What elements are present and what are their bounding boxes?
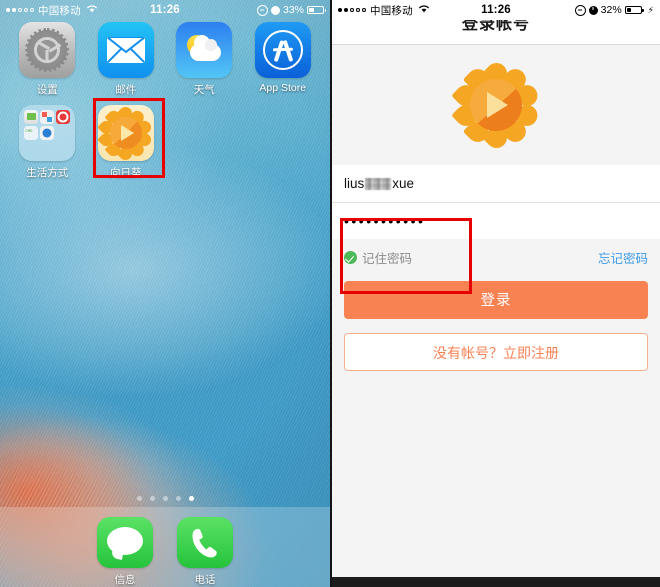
app-sunflower[interactable]: 向日葵 (87, 105, 166, 180)
options-row: 记住密码 忘记密码 (332, 239, 660, 275)
lightning-bolt-icon: ⚡ (647, 4, 654, 15)
dock-app-messages[interactable]: 信息 (97, 517, 153, 587)
wifi-icon (418, 4, 430, 16)
register-button[interactable]: 没有帐号？立即注册 (344, 333, 648, 371)
messages-bubble-icon[interactable] (97, 517, 153, 568)
wifi-icon (86, 4, 98, 16)
signal-strength-icon (338, 8, 366, 12)
sunflower-logo (450, 58, 542, 152)
login-button[interactable]: 登录 (344, 281, 648, 319)
alarm-icon (574, 4, 586, 16)
remember-password-toggle[interactable]: 记住密码 (344, 248, 412, 267)
username-suffix: xue (392, 176, 415, 191)
carrier-label: 中国移动 (38, 4, 81, 17)
forgot-password-link[interactable]: 忘记密码 (598, 248, 648, 267)
login-content: lius xue ••••••••••• 记住密码 忘记密码 登录 没有帐号？立即… (332, 45, 660, 511)
app-store-icon[interactable] (254, 22, 311, 78)
right-status-bar: 中国移动 11:26 32% ⚡ (332, 0, 660, 20)
username-prefix: lius (344, 176, 365, 191)
alarm-icon (256, 4, 268, 16)
battery-icon (624, 6, 644, 14)
app-label: 邮件 (115, 84, 137, 96)
left-phone-home-screen: 中国移动 11:26 33% 设置 邮件 天气 App Store CMD 生活… (0, 0, 330, 587)
credentials-group: lius xue ••••••••••• (332, 165, 660, 239)
page-dot[interactable] (136, 496, 142, 501)
signal-strength-icon (6, 8, 34, 12)
password-field[interactable]: ••••••••••• (332, 202, 660, 239)
dock-app-phone[interactable]: 电话 (177, 517, 233, 587)
rotation-lock-icon (270, 5, 280, 15)
remember-password-label: 记住密码 (362, 252, 413, 266)
rotation-lock-icon (588, 5, 598, 15)
battery-percent-label: 33% (282, 4, 304, 16)
carrier-label: 中国移动 (370, 4, 413, 17)
page-dot[interactable] (188, 496, 194, 501)
screenshot-stage: 中国移动 11:26 33% 设置 邮件 天气 App Store CMD 生活… (0, 0, 660, 587)
settings-gear-icon[interactable] (19, 22, 76, 78)
page-dot[interactable] (175, 496, 181, 501)
username-field[interactable]: lius xue (332, 165, 660, 202)
battery-percent-label: 32% (600, 4, 622, 16)
app-mail[interactable]: 邮件 (87, 22, 166, 97)
right-phone-login-screen: 中国移动 11:26 32% ⚡ 登录帐号 lius xue •••••••••… (332, 0, 660, 587)
page-dot[interactable] (149, 496, 155, 501)
play-triangle-icon (487, 92, 508, 118)
phone-handset-icon[interactable] (177, 517, 233, 568)
page-indicator-dots[interactable] (0, 496, 330, 501)
app-label: App Store (259, 82, 307, 94)
mail-envelope-icon[interactable] (97, 22, 154, 78)
app-label: 信息 (114, 574, 136, 586)
battery-icon (307, 6, 326, 14)
app-folder-lifestyle[interactable]: 生活方式 (8, 105, 87, 180)
app-weather[interactable]: 天气 (165, 22, 244, 97)
username-masked-block (365, 177, 392, 190)
app-label: 生活方式 (26, 167, 69, 179)
app-settings[interactable]: 设置 (8, 22, 87, 97)
sunflower-icon[interactable] (97, 105, 154, 161)
app-label: 向日葵 (110, 167, 142, 179)
page-dot[interactable] (162, 496, 168, 501)
folder-icon[interactable] (19, 105, 76, 161)
home-app-grid: 设置 邮件 天气 App Store CMD 生活方式 向日葵 (0, 22, 330, 180)
app-label: 天气 (193, 84, 215, 96)
bottom-edge (332, 577, 660, 587)
check-circle-icon (344, 251, 357, 264)
app-empty-slot (165, 105, 244, 180)
app-label: 电话 (194, 574, 216, 586)
weather-sun-cloud-icon[interactable] (176, 22, 233, 78)
home-dock: 信息 电话 (0, 507, 330, 587)
left-status-bar: 中国移动 11:26 33% (0, 0, 330, 20)
password-value: ••••••••••• (344, 213, 426, 229)
empty-space (332, 371, 660, 511)
username-value: lius xue (344, 176, 414, 191)
app-empty-slot (244, 105, 323, 180)
app-label: 设置 (36, 84, 58, 96)
app-app-store[interactable]: App Store (244, 22, 323, 97)
logo-area (332, 45, 660, 165)
